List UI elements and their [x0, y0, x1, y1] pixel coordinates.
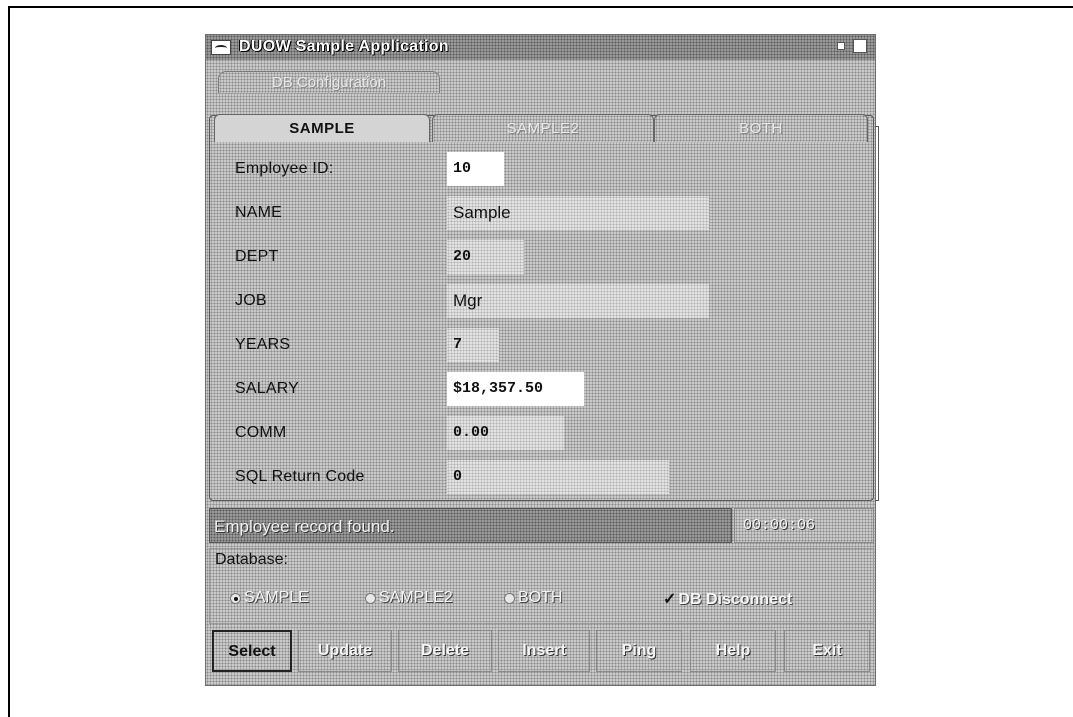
radio-sample2-label: SAMPLE2 — [379, 589, 453, 606]
title-bar[interactable]: DUOW Sample Application — [206, 35, 875, 60]
maximize-button[interactable] — [853, 39, 867, 53]
salary-field[interactable]: $18,357.50 — [447, 372, 584, 406]
tab-db-configuration[interactable]: DB Configuration — [218, 71, 440, 93]
job-label: JOB — [235, 292, 267, 309]
radio-sample-label: SAMPLE — [244, 589, 309, 606]
status-elapsed-time: 00:00:06 — [734, 508, 874, 543]
radio-sample[interactable]: SAMPLE — [230, 589, 309, 607]
ping-button[interactable]: Ping — [596, 630, 682, 672]
db-disconnect-label: DB Disconnect — [678, 591, 793, 608]
delete-button[interactable]: Delete — [398, 630, 492, 672]
radio-both-label: BOTH — [518, 589, 563, 606]
job-field[interactable]: Mgr — [447, 284, 709, 318]
notebook-page-edge — [875, 126, 879, 501]
tab-both[interactable]: BOTH — [654, 114, 868, 142]
radio-unchecked-icon — [504, 592, 515, 604]
tab-sample2[interactable]: SAMPLE2 — [432, 114, 654, 142]
radio-sample2[interactable]: SAMPLE2 — [365, 589, 453, 607]
radio-both[interactable]: BOTH — [504, 589, 562, 607]
radio-checked-icon — [230, 592, 241, 604]
salary-label: SALARY — [235, 380, 300, 397]
system-menu-icon[interactable] — [211, 40, 231, 55]
dept-label: DEPT — [235, 248, 279, 265]
years-field[interactable]: 7 — [447, 328, 499, 362]
tab-sample[interactable]: SAMPLE — [214, 114, 430, 142]
comm-field[interactable]: 0.00 — [447, 416, 564, 450]
select-button[interactable]: Select — [212, 630, 292, 672]
minimize-button[interactable] — [837, 42, 845, 50]
frame-border-top — [8, 6, 1073, 8]
sql-return-code-field: 0 — [447, 460, 669, 494]
radio-unchecked-icon — [365, 592, 376, 604]
checkmark-icon: ✓ — [663, 591, 677, 608]
help-button[interactable]: Help — [690, 630, 776, 672]
sql-return-code-label: SQL Return Code — [235, 468, 365, 485]
app-window: DUOW Sample Application DB Configuration… — [205, 34, 879, 686]
notebook-panel: SAMPLE SAMPLE2 BOTH Employee ID: 10 NAME… — [209, 114, 879, 501]
window-title: DUOW Sample Application — [239, 38, 449, 55]
employee-id-label: Employee ID: — [235, 160, 334, 177]
employee-id-field[interactable]: 10 — [447, 152, 504, 186]
update-button[interactable]: Update — [298, 630, 392, 672]
frame-border-left — [8, 6, 10, 717]
status-bar: Employee record found. — [209, 508, 732, 543]
name-field[interactable]: Sample — [447, 196, 709, 230]
years-label: YEARS — [235, 336, 291, 353]
name-label: NAME — [235, 204, 283, 221]
db-disconnect-checkbox[interactable]: ✓ DB Disconnect — [663, 589, 792, 609]
status-message: Employee record found. — [214, 517, 395, 536]
comm-label: COMM — [235, 424, 287, 441]
database-group: Database: SAMPLE SAMPLE2 BOTH ✓ DB Discon… — [209, 548, 874, 624]
insert-button[interactable]: Insert — [498, 630, 590, 672]
exit-button[interactable]: Exit — [784, 630, 870, 672]
database-label: Database: — [215, 551, 288, 568]
dept-field[interactable]: 20 — [447, 240, 524, 274]
